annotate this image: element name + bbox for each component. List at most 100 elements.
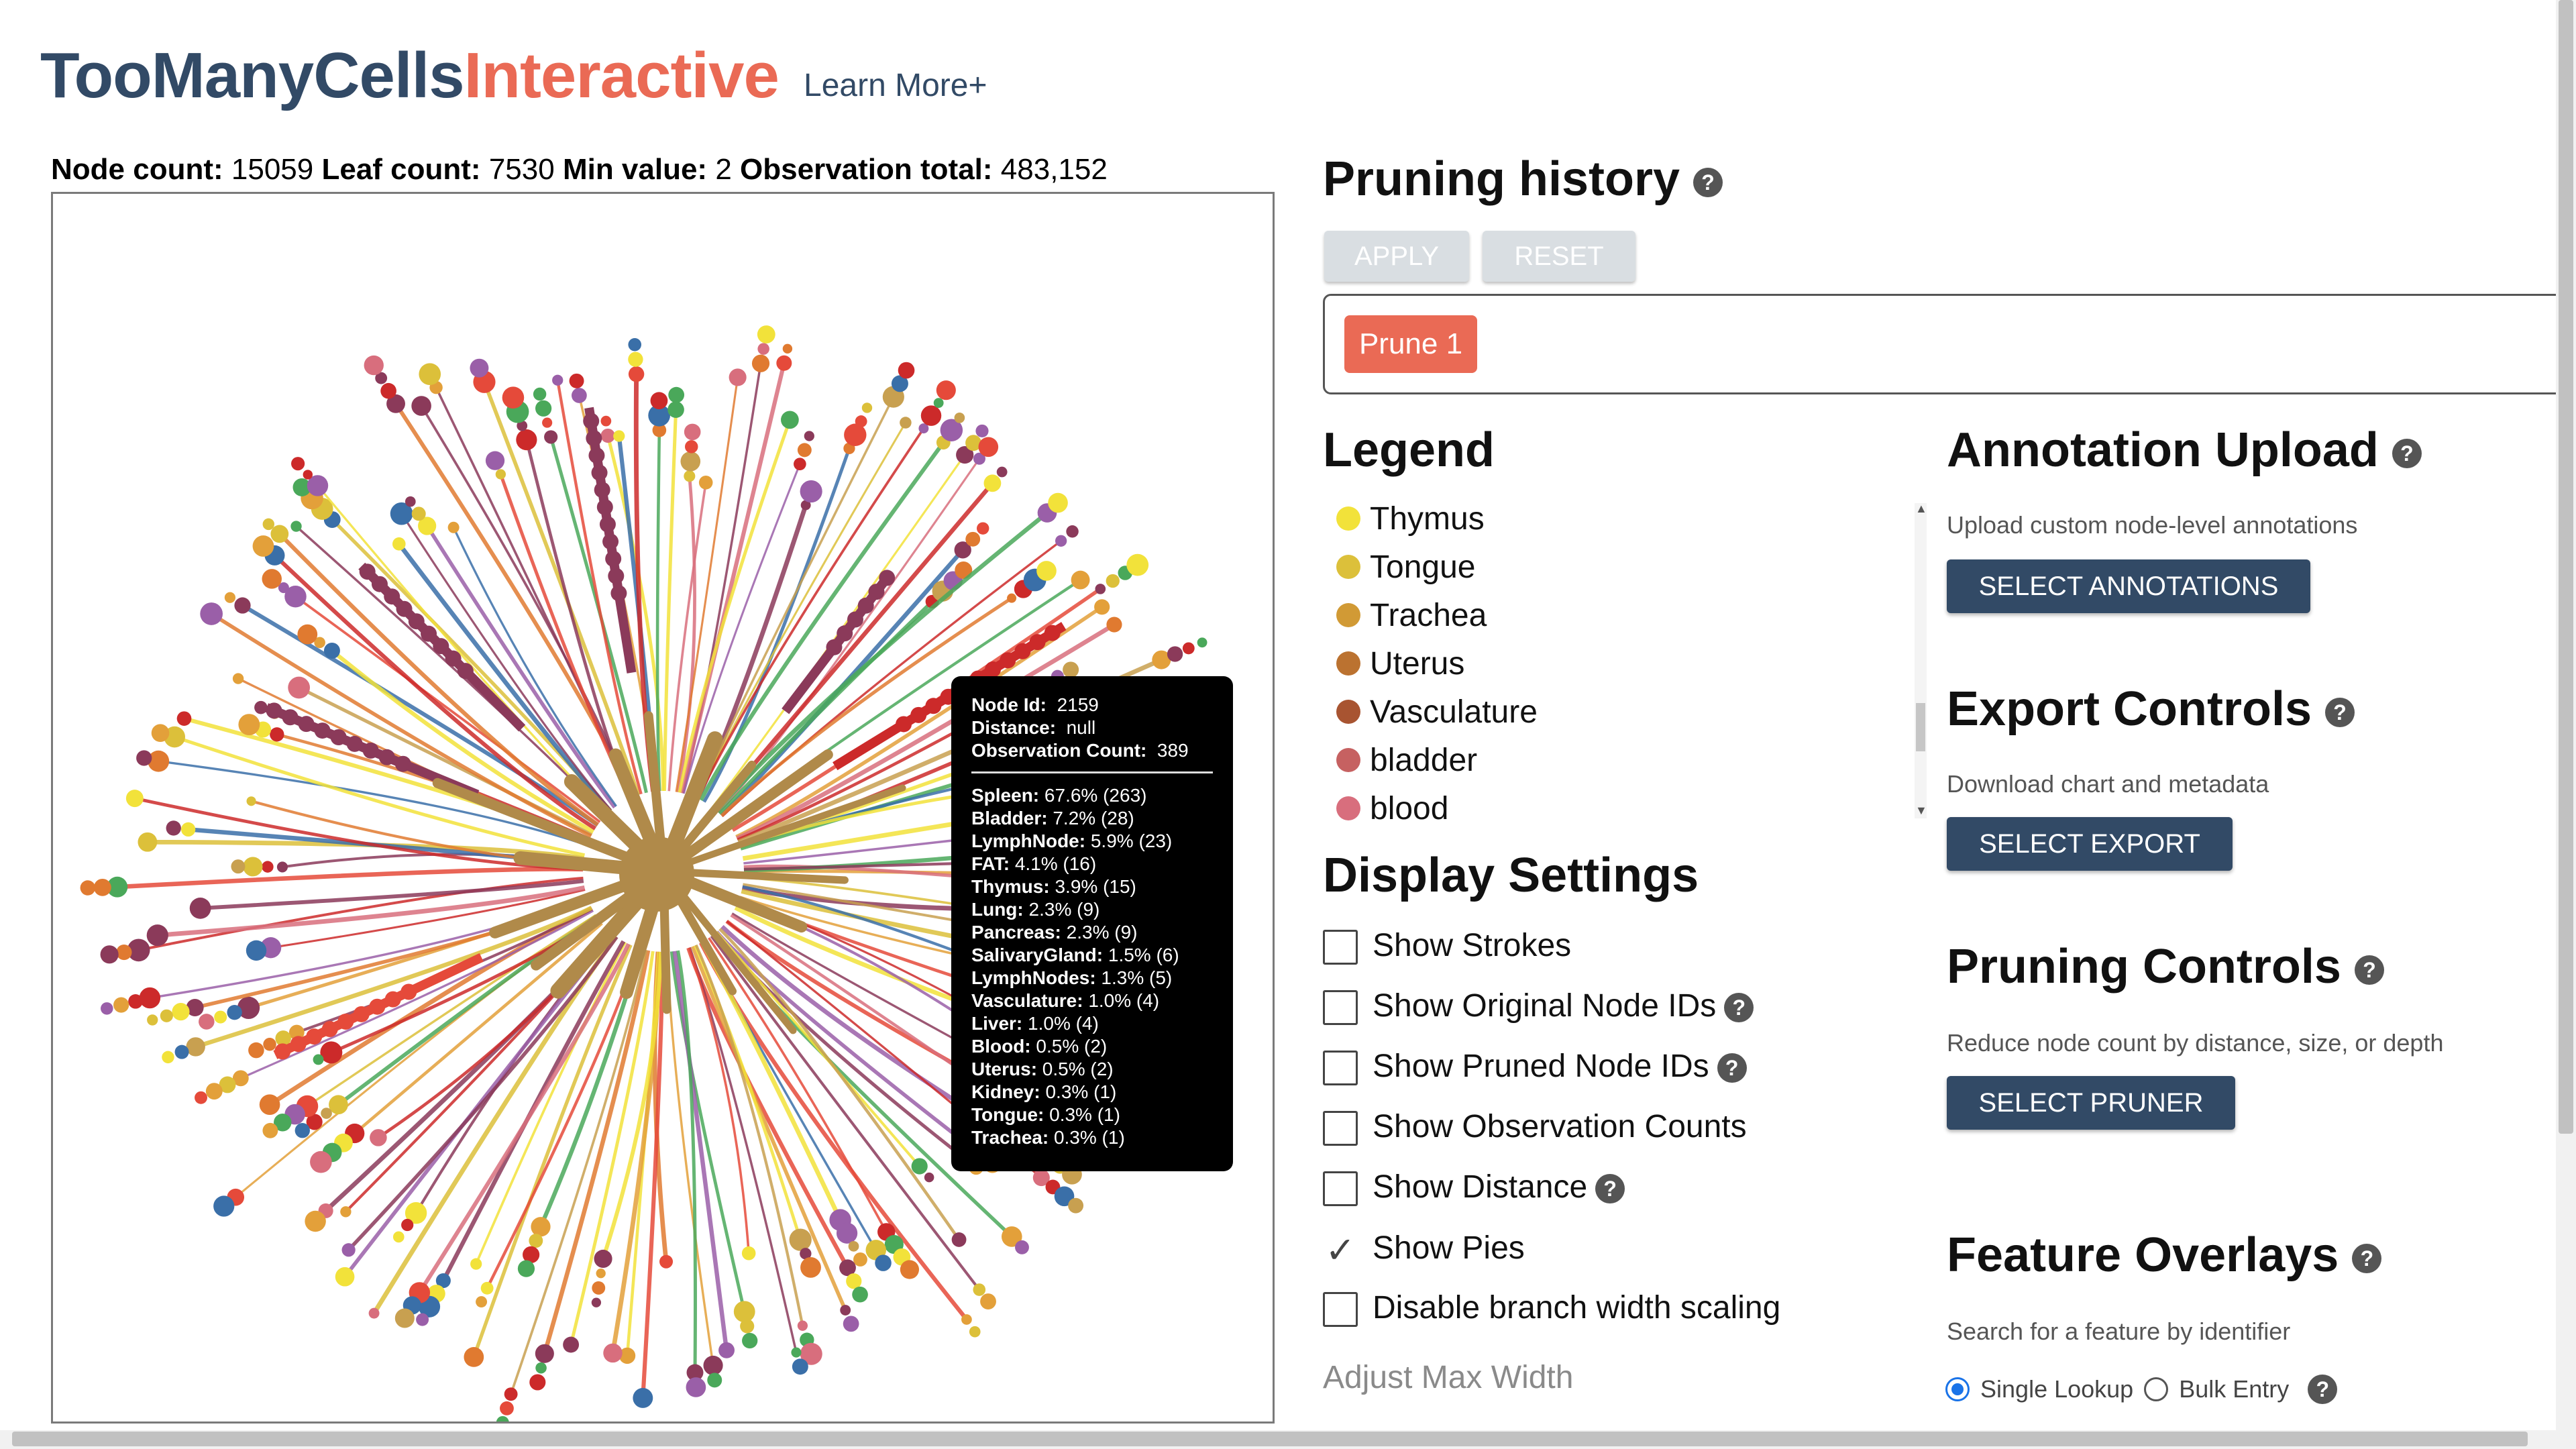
leaf-pie[interactable] bbox=[596, 498, 613, 515]
leaf-pie[interactable] bbox=[480, 1281, 494, 1295]
leaf-pie[interactable] bbox=[252, 535, 274, 557]
display-setting-row[interactable]: Show Pruned Node IDs? bbox=[1323, 1048, 1747, 1086]
leaf-pie[interactable] bbox=[591, 1297, 602, 1307]
legend-item[interactable]: Tongue bbox=[1336, 549, 1475, 586]
leaf-pie[interactable] bbox=[496, 1415, 509, 1421]
leaf-pie[interactable] bbox=[416, 1313, 429, 1326]
leaf-pie[interactable] bbox=[628, 352, 643, 367]
leaf-pie[interactable] bbox=[531, 1217, 551, 1237]
leaf-pie[interactable] bbox=[464, 1347, 484, 1367]
leaf-pie[interactable] bbox=[571, 388, 587, 403]
leaf-pie[interactable] bbox=[847, 611, 863, 628]
leaf-pie[interactable] bbox=[248, 1042, 264, 1059]
leaf-pie[interactable] bbox=[341, 1243, 356, 1257]
leaf-pie[interactable] bbox=[1014, 643, 1031, 659]
leaf-pie[interactable] bbox=[667, 401, 684, 418]
root-node[interactable] bbox=[619, 837, 694, 912]
leaf-pie[interactable] bbox=[370, 1129, 387, 1146]
leaf-pie[interactable] bbox=[288, 676, 311, 699]
leaf-pie[interactable] bbox=[848, 1240, 859, 1252]
leaf-pie[interactable] bbox=[401, 1218, 414, 1232]
page-horizontal-scrollbar-thumb[interactable] bbox=[12, 1432, 2528, 1446]
leaf-pie[interactable] bbox=[330, 729, 347, 746]
leaf-pie[interactable] bbox=[733, 1301, 755, 1323]
leaf-pie[interactable] bbox=[263, 1037, 276, 1051]
leaf-pie[interactable] bbox=[792, 1358, 808, 1375]
leaf-pie[interactable] bbox=[476, 1296, 488, 1308]
leaf-pie[interactable] bbox=[782, 343, 793, 354]
leaf-pie[interactable] bbox=[1167, 646, 1183, 662]
leaf-pie[interactable] bbox=[1048, 492, 1068, 513]
leaf-pie[interactable] bbox=[791, 1347, 802, 1358]
select-pruner-button[interactable]: SELECT PRUNER bbox=[1947, 1076, 2235, 1130]
leaf-pie[interactable] bbox=[274, 1043, 291, 1060]
leaf-pie[interactable] bbox=[392, 1231, 405, 1243]
leaf-pie[interactable] bbox=[1063, 661, 1079, 678]
leaf-pie[interactable] bbox=[504, 1387, 518, 1401]
leaf-pie[interactable] bbox=[529, 1234, 543, 1248]
help-icon[interactable]: ? bbox=[1693, 167, 1723, 197]
leaf-pie[interactable] bbox=[703, 1355, 723, 1376]
leaf-pie[interactable] bbox=[1015, 1240, 1029, 1254]
leaf-pie[interactable] bbox=[394, 755, 411, 772]
leaf-pie[interactable] bbox=[951, 1232, 967, 1247]
leaf-pie[interactable] bbox=[1044, 625, 1061, 641]
leaf-pie[interactable] bbox=[314, 722, 331, 739]
leaf-pie[interactable] bbox=[569, 373, 584, 388]
leaf-pie[interactable] bbox=[650, 392, 668, 410]
leaf-pie[interactable] bbox=[305, 1210, 326, 1232]
leaf-pie[interactable] bbox=[174, 1044, 189, 1059]
display-setting-row[interactable]: Show Original Node IDs? bbox=[1323, 987, 1754, 1026]
leaf-pie[interactable] bbox=[776, 355, 792, 371]
leaf-pie[interactable] bbox=[227, 1005, 242, 1020]
leaf-pie[interactable] bbox=[969, 1326, 981, 1338]
leaf-pie[interactable] bbox=[270, 727, 284, 742]
leaf-pie[interactable] bbox=[186, 1037, 205, 1057]
leaf-pie[interactable] bbox=[380, 382, 396, 399]
leaf-pie[interactable] bbox=[954, 412, 965, 423]
leaf-pie[interactable] bbox=[378, 749, 395, 765]
leaf-pie[interactable] bbox=[603, 1343, 623, 1363]
page-vertical-scrollbar-thumb[interactable] bbox=[2559, 0, 2573, 1134]
leaf-pie[interactable] bbox=[592, 1281, 606, 1295]
leaf-pie[interactable] bbox=[262, 569, 282, 589]
leaf-pie[interactable] bbox=[800, 480, 822, 503]
leaf-pie[interactable] bbox=[80, 880, 96, 896]
leaf-pie[interactable] bbox=[596, 1269, 606, 1279]
leaf-pie[interactable] bbox=[136, 750, 152, 766]
leaf-pie[interactable] bbox=[321, 1021, 338, 1038]
leaf-pie[interactable] bbox=[411, 396, 431, 416]
leaf-pie[interactable] bbox=[985, 661, 1002, 678]
leaf-pie[interactable] bbox=[936, 380, 956, 400]
leaf-pie[interactable] bbox=[843, 1316, 859, 1332]
leaf-pie[interactable] bbox=[214, 1010, 227, 1024]
display-setting-row[interactable]: Show Strokes bbox=[1323, 927, 1571, 965]
single-lookup-radio[interactable] bbox=[1945, 1377, 1970, 1402]
help-icon[interactable]: ? bbox=[2354, 955, 2384, 985]
leaf-pie[interactable] bbox=[346, 735, 363, 752]
leaf-pie[interactable] bbox=[610, 585, 627, 602]
leaf-pie[interactable] bbox=[502, 386, 525, 409]
help-icon[interactable]: ? bbox=[2392, 438, 2422, 468]
leaf-pie[interactable] bbox=[1029, 634, 1046, 651]
leaf-pie[interactable] bbox=[1071, 570, 1090, 590]
leaf-pie[interactable] bbox=[234, 597, 251, 614]
leaf-pie[interactable] bbox=[861, 402, 873, 413]
leaf-pie[interactable] bbox=[535, 400, 552, 417]
leaf-pie[interactable] bbox=[600, 428, 615, 443]
leaf-pie[interactable] bbox=[353, 1006, 370, 1022]
leaf-pie[interactable] bbox=[797, 443, 812, 458]
leaf-pie[interactable] bbox=[868, 584, 885, 600]
leaf-pie[interactable] bbox=[340, 1206, 352, 1218]
leaf-pie[interactable] bbox=[485, 451, 505, 470]
leaf-pie[interactable] bbox=[371, 576, 388, 592]
leaf-pie[interactable] bbox=[282, 709, 299, 726]
leaf-pie[interactable] bbox=[684, 423, 701, 441]
leaf-pie[interactable] bbox=[563, 1336, 580, 1353]
leaf-pie[interactable] bbox=[855, 415, 867, 428]
leaf-pie[interactable] bbox=[262, 1122, 278, 1138]
leaf-pie[interactable] bbox=[599, 516, 616, 533]
leaf-pie[interactable] bbox=[1126, 553, 1149, 576]
leaf-pie[interactable] bbox=[294, 1123, 310, 1138]
tree-branch[interactable] bbox=[708, 937, 888, 1233]
